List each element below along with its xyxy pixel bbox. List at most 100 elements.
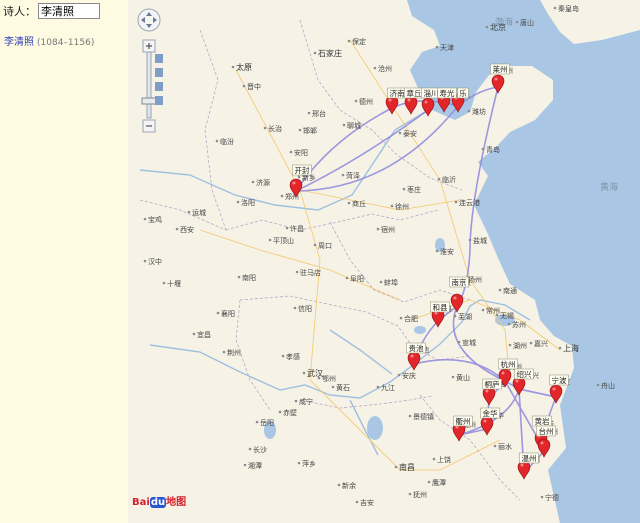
city-label: 石家庄 — [318, 48, 342, 58]
city-dot — [293, 306, 297, 310]
city-label: 鄂州 — [322, 374, 336, 383]
city-dot — [435, 45, 439, 49]
city-label: 岳阳 — [260, 418, 274, 427]
city-dot — [237, 275, 241, 279]
zoom-level-province[interactable] — [155, 68, 163, 77]
route-pin[interactable] — [404, 95, 418, 115]
map-navigation-control[interactable] — [136, 6, 166, 136]
city-label: 洛阳 — [241, 198, 255, 207]
route-pin[interactable] — [482, 386, 496, 406]
poet-search-input[interactable] — [38, 3, 100, 19]
city-dot — [508, 343, 512, 347]
pin-highlight — [494, 77, 498, 81]
city-dot — [354, 99, 358, 103]
city-dot — [298, 128, 302, 132]
route-pin[interactable] — [549, 384, 563, 404]
city-label: 十堰 — [167, 279, 181, 288]
city-label: 渤海 — [495, 16, 513, 28]
route-pin[interactable] — [517, 460, 531, 480]
city-label: 盐城 — [473, 236, 487, 245]
stop-label: 衢州 — [456, 416, 471, 426]
city-label: 周口 — [318, 242, 332, 250]
city-dot — [297, 461, 301, 465]
city-dot — [347, 39, 351, 43]
map-canvas[interactable]: 北京石家庄太原济南章丘淄川寿光乐莱州开封郑州南京和县合肥贵池杭州绍兴宁波桐庐金华… — [128, 0, 640, 523]
route-pin[interactable] — [537, 438, 551, 458]
city-label: 芜湖 — [458, 312, 472, 321]
zoom-slider-handle[interactable] — [141, 97, 157, 105]
pan-control[interactable] — [137, 8, 161, 32]
stop-label: 济南 — [390, 88, 405, 98]
city-label: 连云港 — [459, 198, 480, 207]
route-pin[interactable] — [512, 376, 526, 396]
route-pin[interactable] — [491, 74, 505, 94]
zoom-level-country[interactable] — [155, 54, 163, 63]
map-pin-icon[interactable] — [480, 416, 494, 436]
city-label: 汉中 — [148, 257, 162, 266]
pin-highlight — [540, 441, 544, 445]
city-dot — [376, 385, 380, 389]
pin-highlight — [424, 100, 428, 104]
map-pin-icon[interactable] — [537, 438, 551, 458]
city-dot — [192, 332, 196, 336]
city-dot — [435, 249, 439, 253]
poet-name-link[interactable]: 李清照 — [4, 37, 34, 48]
city-label: 长治 — [268, 124, 282, 133]
city-label: 运城 — [192, 209, 206, 217]
city-label: 宝鸡 — [148, 215, 162, 224]
city-dot — [481, 147, 485, 151]
city-dot — [278, 410, 282, 414]
zoom-level-markers[interactable] — [155, 54, 163, 105]
city-dot — [553, 6, 557, 10]
city-dot — [251, 180, 255, 184]
stop-label: 章丘 — [407, 88, 422, 98]
zoom-level-street[interactable] — [155, 96, 163, 105]
city-label: 晋中 — [247, 82, 261, 91]
city-label: 南昌 — [399, 462, 415, 472]
city-label: 湘潭 — [248, 461, 262, 470]
zoom-in-button[interactable] — [142, 39, 156, 53]
city-dot — [268, 238, 272, 242]
map-pin-icon[interactable] — [482, 386, 496, 406]
city-dot — [373, 66, 377, 70]
map-pin-icon[interactable] — [512, 376, 526, 396]
map-pin-icon[interactable] — [404, 95, 418, 115]
city-dot — [408, 492, 412, 496]
city-label: 沧州 — [378, 64, 392, 73]
city-label: 荆州 — [227, 348, 241, 357]
map-pin-icon[interactable] — [517, 460, 531, 480]
city-dot — [379, 280, 383, 284]
zoom-out-button[interactable] — [142, 119, 156, 133]
map-pin-icon[interactable] — [549, 384, 563, 404]
city-dot — [289, 150, 293, 154]
city-label: 苏州 — [512, 320, 526, 329]
city-label: 吉安 — [360, 498, 374, 507]
city-label: 德州 — [359, 97, 373, 106]
city-dot — [263, 126, 267, 130]
zoom-level-city[interactable] — [155, 82, 163, 91]
stop-label: 寿光 — [440, 88, 455, 98]
city-dot — [248, 447, 252, 451]
city-label: 上饶 — [437, 455, 451, 464]
city-dot — [355, 500, 359, 504]
map-pin-icon[interactable] — [491, 74, 505, 94]
route-pin[interactable] — [480, 416, 494, 436]
city-label: 枣庄 — [407, 185, 421, 194]
stop-label: 乐 — [459, 88, 467, 98]
zoom-slider-track[interactable] — [146, 51, 152, 119]
logo-paw-icon: du — [149, 497, 167, 508]
map-view[interactable]: 北京石家庄太原济南章丘淄川寿光乐莱州开封郑州南京和县合肥贵池杭州绍兴宁波桐庐金华… — [128, 0, 640, 523]
city-label: 邯郸 — [303, 126, 317, 135]
stop-label: 宁波 — [552, 375, 567, 385]
city-label: 九江 — [381, 383, 395, 392]
city-label: 黄石 — [336, 383, 350, 392]
stop-label: 黄岩 — [535, 416, 550, 426]
city-label: 聊城 — [347, 121, 361, 130]
city-label: 保定 — [352, 37, 366, 46]
city-label: 秦皇岛 — [558, 4, 579, 13]
city-label: 抚州 — [413, 490, 427, 499]
pin-highlight — [388, 98, 392, 102]
city-label: 景德镇 — [413, 412, 434, 421]
city-dot — [222, 350, 226, 354]
poet-result[interactable]: 李清照 (1084–1156) — [4, 33, 94, 48]
